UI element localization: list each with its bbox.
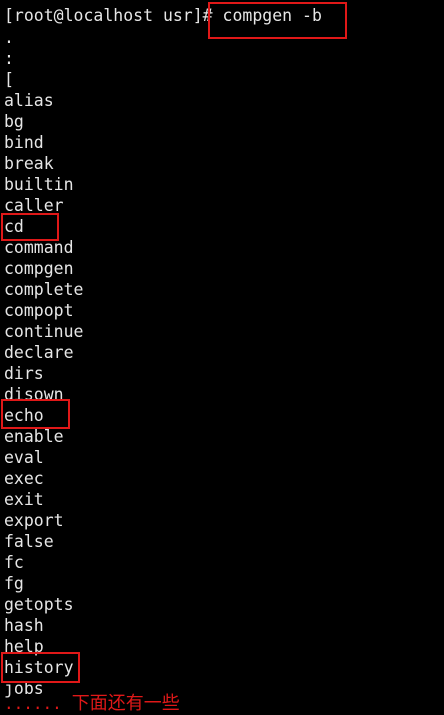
more-below-note: 下面还有一些	[71, 693, 180, 713]
builtin-line: command	[4, 238, 74, 257]
builtin-line: eval	[4, 448, 44, 467]
command-line: [root@localhost usr]# compgen -b	[4, 5, 322, 26]
builtin-line: dirs	[4, 364, 44, 383]
builtin-line: export	[4, 511, 64, 530]
builtin-line: caller	[4, 196, 64, 215]
builtin-line: getopts	[4, 595, 74, 614]
builtin-line: [	[4, 70, 14, 89]
builtin-line: :	[4, 49, 14, 68]
builtin-line: builtin	[4, 175, 74, 194]
builtin-line: compopt	[4, 301, 74, 320]
builtin-line: declare	[4, 343, 74, 362]
typed-command: compgen -b	[222, 6, 322, 25]
builtin-line: fc	[4, 553, 24, 572]
more-annotation: ...... 下面还有一些	[4, 692, 180, 714]
builtin-line: fg	[4, 574, 24, 593]
builtin-line: alias	[4, 91, 54, 110]
builtin-line: break	[4, 154, 54, 173]
builtin-line: .	[4, 28, 14, 47]
builtin-line: cd	[4, 217, 24, 236]
builtin-line: continue	[4, 322, 84, 341]
builtin-line: enable	[4, 427, 64, 446]
builtin-line: history	[4, 658, 74, 677]
builtin-line: false	[4, 532, 54, 551]
builtin-line: help	[4, 637, 44, 656]
builtin-line: bind	[4, 133, 44, 152]
builtin-line: compgen	[4, 259, 74, 278]
shell-prompt: [root@localhost usr]#	[4, 6, 223, 25]
builtin-line: hash	[4, 616, 44, 635]
builtin-line: complete	[4, 280, 84, 299]
builtin-line: exit	[4, 490, 44, 509]
builtin-line: bg	[4, 112, 24, 131]
builtin-line: exec	[4, 469, 44, 488]
terminal-window[interactable]: [root@localhost usr]# compgen -b .: [ alia…	[0, 0, 444, 714]
builtin-line: disown	[4, 385, 64, 404]
builtin-line: echo	[4, 406, 44, 425]
ellipsis-dots: ......	[4, 694, 62, 713]
